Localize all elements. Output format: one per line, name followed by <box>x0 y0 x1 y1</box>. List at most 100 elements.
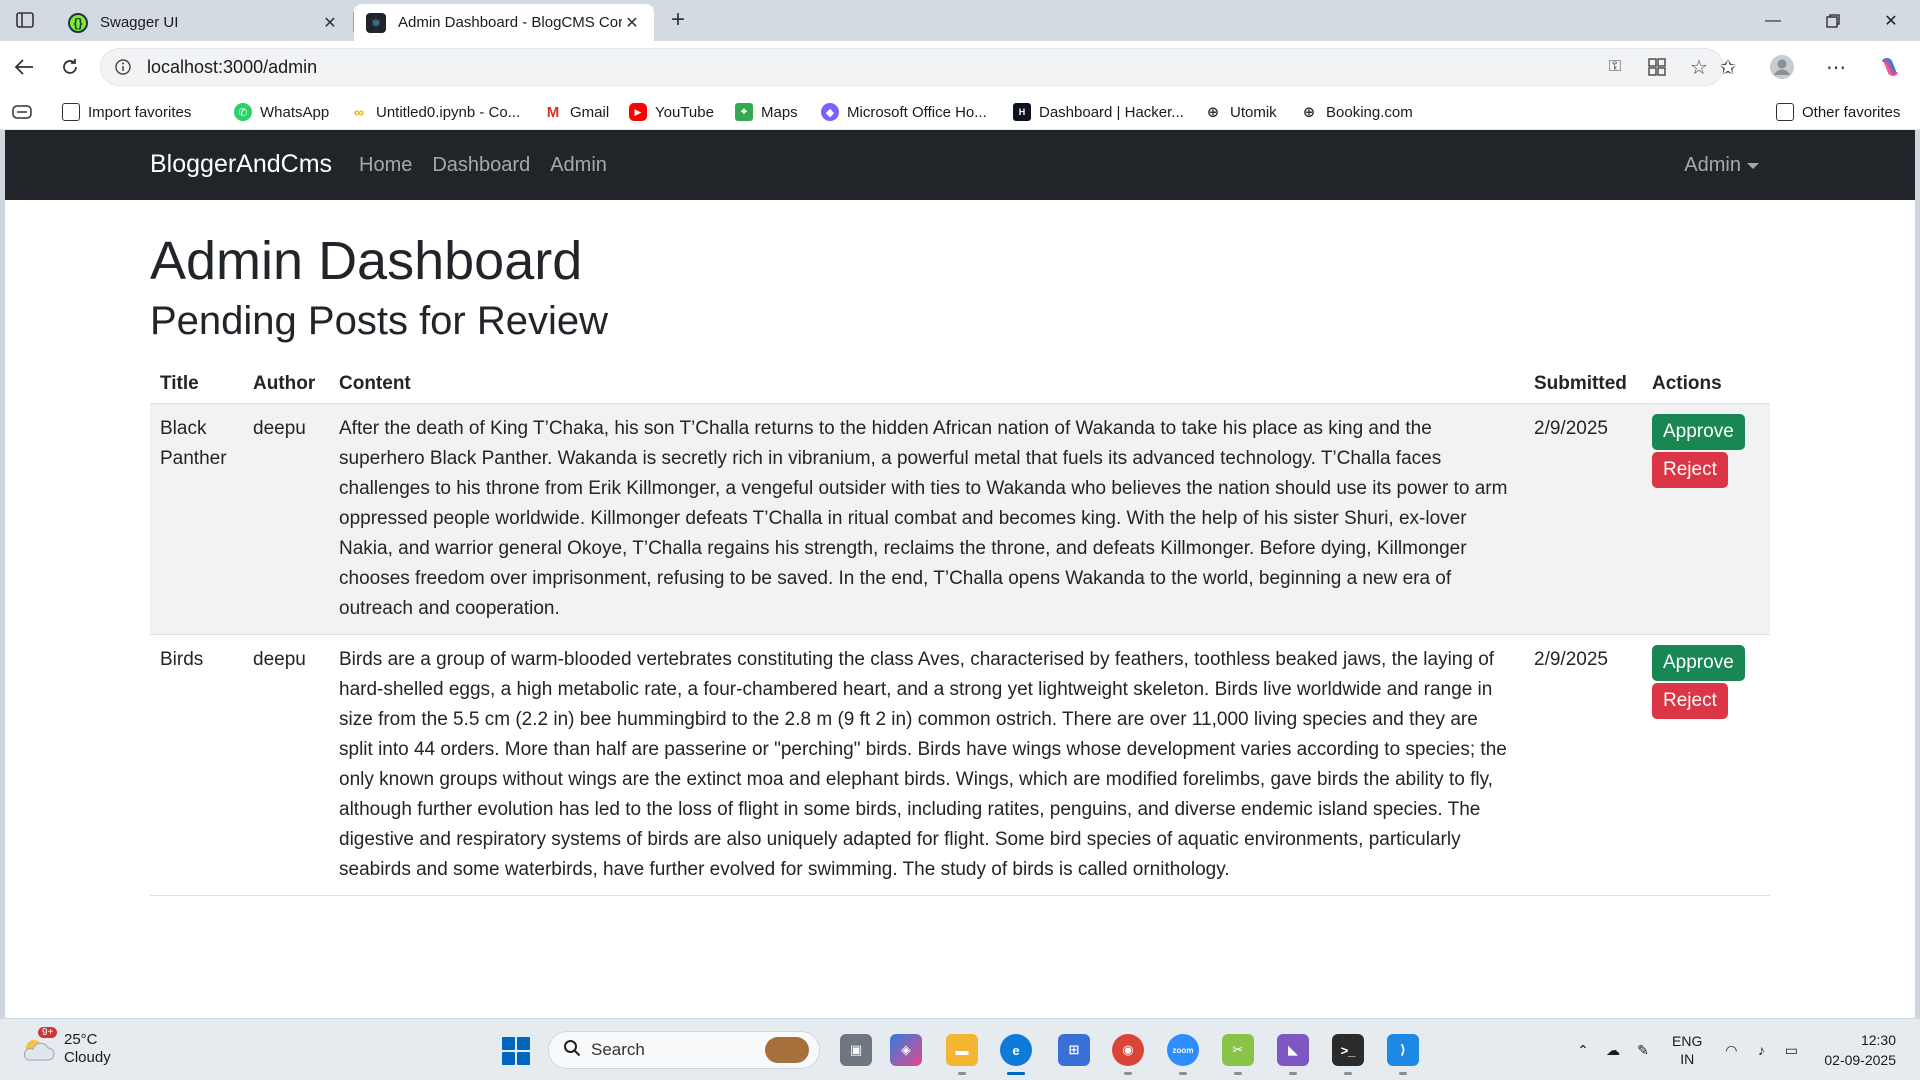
running-indicator <box>1289 1072 1297 1075</box>
header-title: Title <box>150 359 243 405</box>
running-indicator <box>1344 1072 1352 1075</box>
site-info-icon[interactable] <box>113 57 133 77</box>
gmail-icon: M <box>546 103 560 121</box>
minimize-button[interactable]: — <box>1744 0 1802 41</box>
brand-link[interactable]: BloggerAndCms <box>150 150 332 179</box>
url-text: localhost:3000/admin <box>147 56 318 77</box>
favorite-booking[interactable]: ⊕ Booking.com <box>1300 101 1413 123</box>
nav-admin[interactable]: Admin <box>550 154 607 177</box>
favorite-label: Dashboard | Hacker... <box>1039 103 1184 121</box>
nav-links: Home Dashboard Admin <box>359 154 607 177</box>
terminal-icon[interactable]: >_ <box>1332 1034 1364 1066</box>
volume-icon[interactable]: ♪ <box>1746 1042 1776 1058</box>
taskbar-search-box[interactable]: Search <box>548 1031 820 1069</box>
new-tab-button[interactable]: + <box>664 6 692 34</box>
favorite-whatsapp[interactable]: ✆ WhatsApp <box>234 101 329 123</box>
copilot-app-icon[interactable]: ◈ <box>890 1034 922 1066</box>
post-submitted: 2/9/2025 <box>1524 634 1642 897</box>
table-header-row: Title Author Content Submitted Actions <box>150 359 1770 405</box>
favorite-youtube[interactable]: ▶ YouTube <box>629 101 714 123</box>
favorite-label: WhatsApp <box>260 103 330 121</box>
vscode-icon[interactable]: ⟩ <box>1387 1034 1419 1066</box>
password-key-icon[interactable]: ⚿ <box>1605 57 1625 77</box>
clock[interactable]: 12:30 02-09-2025 <box>1824 1030 1896 1070</box>
snipping-tool-icon[interactable]: ✂ <box>1222 1034 1254 1066</box>
edge-browser-icon[interactable]: e <box>1000 1034 1032 1066</box>
user-menu-dropdown[interactable]: Admin <box>1684 154 1759 177</box>
weather-temp: 25°C <box>64 1031 98 1048</box>
other-favorites-folder[interactable]: Other favorites <box>1776 101 1900 123</box>
running-indicator <box>1399 1072 1407 1075</box>
reload-icon[interactable] <box>56 53 84 81</box>
apps-icon[interactable] <box>1647 57 1667 77</box>
reject-button[interactable]: Reject <box>1652 683 1728 720</box>
colab-icon: ∞ <box>354 104 364 120</box>
zoom-icon[interactable]: zoom <box>1167 1034 1199 1066</box>
running-indicator <box>1234 1072 1242 1075</box>
tab-admin-dashboard[interactable]: ⚛ Admin Dashboard - BlogCMS Cor ✕ <box>354 4 654 41</box>
approve-button[interactable]: Approve <box>1652 414 1745 451</box>
task-view-icon[interactable]: ▣ <box>840 1034 872 1066</box>
battery-icon[interactable]: ▭ <box>1776 1042 1806 1059</box>
close-tab-icon[interactable]: ✕ <box>622 13 642 33</box>
address-bar[interactable]: localhost:3000/admin ⚿ ☆ <box>100 48 1724 86</box>
restore-button[interactable] <box>1804 0 1862 41</box>
hackerrank-icon: H <box>1013 103 1031 121</box>
more-options-icon[interactable]: ⋯ <box>1822 53 1850 81</box>
tab-swagger[interactable]: {} Swagger UI ✕ <box>56 4 352 41</box>
table-row: Birds deepu Birds are a group of warm-bl… <box>150 634 1770 897</box>
tab-actions-icon[interactable] <box>12 8 38 32</box>
region-code: IN <box>1680 1051 1695 1067</box>
favorite-import[interactable]: Import favorites <box>62 101 191 123</box>
store-icon[interactable]: ⊞ <box>1058 1034 1090 1066</box>
table-row: Black Panther deepu After the death of K… <box>150 403 1770 636</box>
nav-dashboard[interactable]: Dashboard <box>432 154 530 177</box>
profile-avatar-icon[interactable] <box>1768 53 1796 81</box>
address-bar-row: localhost:3000/admin ⚿ ☆ ✩ ⋯ <box>0 41 1920 94</box>
post-content: After the death of King T’Chaka, his son… <box>329 403 1524 636</box>
approve-button[interactable]: Approve <box>1652 645 1745 682</box>
favorite-hackerrank[interactable]: H Dashboard | Hacker... <box>1013 101 1184 123</box>
reject-button[interactable]: Reject <box>1652 452 1728 489</box>
copilot-icon[interactable] <box>1876 53 1904 81</box>
favorite-label: Gmail <box>570 103 610 121</box>
wifi-icon[interactable]: ◠ <box>1716 1042 1746 1059</box>
visual-studio-icon[interactable]: ◣ <box>1277 1034 1309 1066</box>
weather-widget[interactable]: 25°C Cloudy <box>20 1031 111 1067</box>
favorites-icon[interactable]: ✩ <box>1714 53 1742 81</box>
chevron-up-icon[interactable]: ⌃ <box>1568 1042 1598 1059</box>
react-icon: ⚛ <box>366 12 386 33</box>
onedrive-cloud-icon[interactable]: ☁ <box>1598 1042 1628 1059</box>
close-window-button[interactable]: ✕ <box>1862 0 1920 41</box>
reading-view-icon[interactable] <box>12 101 32 123</box>
language-indicator[interactable]: ENG IN <box>1672 1032 1702 1068</box>
post-submitted: 2/9/2025 <box>1524 403 1642 636</box>
chrome-icon[interactable]: ◉ <box>1112 1034 1144 1066</box>
header-content: Content <box>329 359 1524 405</box>
folder-icon <box>1776 103 1794 121</box>
search-highlight-icon <box>765 1037 809 1063</box>
maps-icon: ⌖ <box>735 103 753 121</box>
tab-title: Swagger UI <box>100 14 179 31</box>
youtube-icon: ▶ <box>629 103 647 121</box>
favorite-gmail[interactable]: M Gmail <box>544 101 609 123</box>
running-indicator <box>1179 1072 1187 1075</box>
favorite-utomik[interactable]: ⊕ Utomik <box>1204 101 1277 123</box>
favorite-office[interactable]: ◆ Microsoft Office Ho... <box>821 101 987 123</box>
favorite-maps[interactable]: ⌖ Maps <box>735 101 798 123</box>
search-placeholder: Search <box>591 1040 645 1059</box>
favorites-bar: Import favorites ✆ WhatsApp ∞ Untitled0.… <box>0 94 1920 130</box>
section-title: Pending Posts for Review <box>150 299 609 344</box>
file-explorer-icon[interactable]: ▬ <box>946 1034 978 1066</box>
favorite-colab[interactable]: ∞ Untitled0.ipynb - Co... <box>350 101 520 123</box>
nav-home[interactable]: Home <box>359 154 412 177</box>
close-tab-icon[interactable]: ✕ <box>320 13 340 33</box>
main-container: Admin Dashboard Pending Posts for Review… <box>150 200 1770 897</box>
start-button[interactable] <box>502 1037 530 1065</box>
back-arrow-icon[interactable] <box>10 53 38 81</box>
header-submitted: Submitted <box>1524 359 1642 405</box>
star-favorite-icon[interactable]: ☆ <box>1689 57 1709 79</box>
favorite-label: Maps <box>761 103 798 121</box>
post-author: deepu <box>243 634 329 897</box>
pen-icon[interactable]: ✎ <box>1628 1042 1658 1059</box>
